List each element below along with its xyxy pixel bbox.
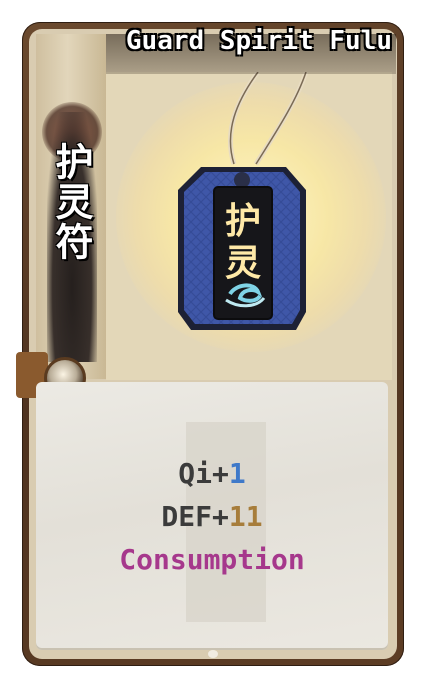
card-art: 护 灵: [106, 72, 392, 380]
stat-qi-label: Qi+: [178, 457, 229, 490]
stat-qi: Qi+1: [36, 452, 388, 495]
card-name-vertical: 护灵符: [49, 142, 93, 262]
stat-def-label: DEF+: [161, 500, 229, 533]
card-title: Guard Spirit Fulu: [125, 26, 392, 56]
talisman-char-2: 灵: [224, 243, 261, 284]
keyword-consumption: Consumption: [119, 543, 305, 576]
card[interactable]: 护灵符 护 灵 Guard Spirit Fulu Qi+1 DEF+11 Co…: [16, 22, 404, 666]
stat-def: DEF+11: [36, 495, 388, 538]
card-effects: Qi+1 DEF+11 Consumption: [36, 452, 388, 581]
stat-qi-value: 1: [228, 457, 246, 490]
bottom-dot: [208, 650, 218, 658]
stat-def-value: 11: [228, 500, 263, 533]
